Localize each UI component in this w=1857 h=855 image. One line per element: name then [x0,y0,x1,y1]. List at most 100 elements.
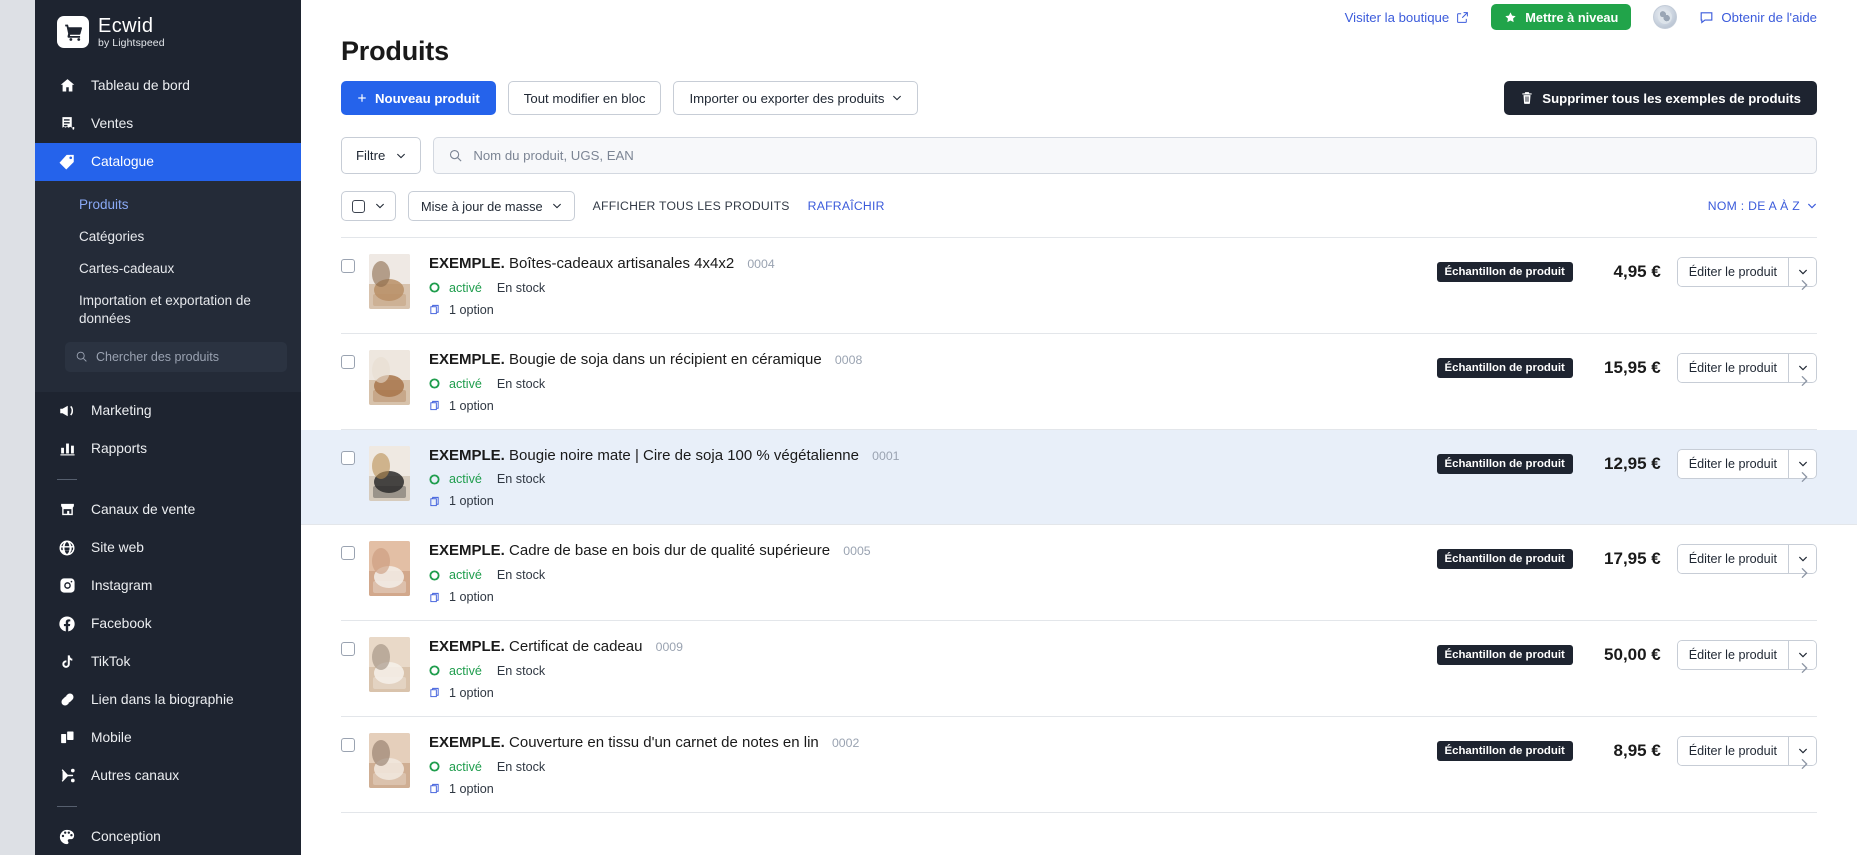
row-checkbox[interactable] [341,354,355,369]
row-expand-arrow[interactable] [1791,566,1817,579]
edit-product-button[interactable]: Éditer le produit [1677,258,1788,286]
checkbox-icon [352,199,365,213]
sidebar-product-search[interactable]: Chercher des produits [65,341,287,372]
visit-store-link[interactable]: Visiter la boutique [1345,10,1470,25]
sidebar-item-mobile[interactable]: Mobile [35,719,301,757]
bulk-edit-button[interactable]: Tout modifier en bloc [507,81,662,115]
import-export-button[interactable]: Importer ou exporter des produits [673,81,919,115]
select-all-dropdown[interactable] [341,191,396,221]
sidebar-item-categories[interactable]: Catégories [35,221,301,253]
row-checkbox[interactable] [341,450,355,465]
product-title[interactable]: EXEMPLE. Cadre de base en bois dur de qu… [429,542,1437,561]
sidebar-item-label: Autres canaux [91,768,180,784]
sidebar-item-label: Ventes [91,116,134,131]
table-row[interactable]: EXEMPLE. Couverture en tissu d'un carnet… [341,717,1817,813]
get-help-link[interactable]: Obtenir de l'aide [1699,10,1817,25]
page-container: Produits Nouveau produit Tout modifier e… [301,36,1857,813]
row-checkbox[interactable] [341,642,355,656]
sidebar-item-site-web[interactable]: Site web [35,529,301,567]
refresh-link[interactable]: RAFRAÎCHIR [808,199,885,213]
sidebar-item-produits[interactable]: Produits [35,189,301,221]
edit-product-button[interactable]: Éditer le produit [1677,641,1788,669]
row-checkbox-cell [341,254,369,273]
product-info: EXEMPLE. Couverture en tissu d'un carnet… [429,733,1437,796]
sidebar-item-lien-biographie[interactable]: Lien dans la biographie [35,681,301,719]
row-checkbox[interactable] [341,737,355,752]
sidebar-item-canaux-de-vente[interactable]: Canaux de vente [35,491,301,529]
edit-product-button[interactable]: Éditer le produit [1677,449,1788,478]
avatar[interactable] [1653,5,1678,29]
table-row[interactable]: EXEMPLE. Certificat de cadeau 0009 activ… [341,621,1817,717]
sidebar-item-label: Canaux de vente [91,502,196,518]
get-help-label: Obtenir de l'aide [1721,9,1817,25]
product-options-row: 1 option [429,303,1437,317]
left-gutter [0,0,35,855]
row-expand-arrow[interactable] [1791,758,1817,771]
brand-logo[interactable]: Ecwid by Lightspeed [35,0,301,67]
row-checkbox-cell [341,350,369,369]
product-status-row: activé En stock [429,281,1437,295]
product-options: 1 option [449,494,494,509]
sidebar-item-facebook[interactable]: Facebook [35,605,301,643]
chevron-down-icon [1798,269,1807,275]
row-expand-arrow[interactable] [1791,662,1817,675]
sidebar-item-tiktok[interactable]: TikTok [35,643,301,681]
product-title[interactable]: EXEMPLE. Bougie noire mate | Cire de soj… [429,447,1437,466]
facebook-icon [57,615,77,633]
sidebar: Ecwid by Lightspeed Tableau de bord Vent… [35,0,301,855]
row-expand-arrow[interactable] [1791,375,1817,388]
search-input[interactable]: Nom du produit, UGS, EAN [433,137,1817,174]
sidebar-item-catalogue[interactable]: Catalogue [35,142,301,181]
sidebar-item-sales[interactable]: Ventes [35,105,301,143]
product-thumbnail [369,445,410,501]
product-options-row: 1 option [429,590,1437,604]
search-icon [76,351,87,362]
product-title[interactable]: EXEMPLE. Bougie de soja dans un récipien… [429,351,1437,370]
product-options-row: 1 option [429,782,1437,796]
sidebar-item-conception[interactable]: Conception [35,818,301,855]
product-title[interactable]: EXEMPLE. Certificat de cadeau 0009 [429,638,1437,657]
sidebar-item-import-export[interactable]: Importation et exportation de données [35,285,301,335]
options-icon [430,783,439,794]
product-stock: En stock [496,472,546,487]
mass-update-dropdown[interactable]: Mise à jour de masse [408,191,575,221]
sidebar-item-autres-canaux[interactable]: Autres canaux [35,757,301,795]
table-row[interactable]: EXEMPLE. Boîtes-cadeaux artisanales 4x4x… [341,238,1817,334]
filter-dropdown[interactable]: Filtre [341,137,422,174]
product-options: 1 option [449,302,494,317]
sidebar-item-dashboard[interactable]: Tableau de bord [35,67,301,105]
sidebar-item-cartes-cadeaux[interactable]: Cartes-cadeaux [35,253,301,285]
product-thumbnail [369,254,410,309]
upgrade-button[interactable]: Mettre à niveau [1491,4,1632,30]
edit-product-button[interactable]: Éditer le produit [1677,545,1788,574]
product-stock: En stock [496,280,546,295]
sort-dropdown[interactable]: NOM : DE A À Z [1708,199,1817,213]
sidebar-search-placeholder: Chercher des produits [96,349,219,364]
sidebar-item-marketing[interactable]: Marketing [35,392,301,430]
product-title[interactable]: EXEMPLE. Couverture en tissu d'un carnet… [429,734,1437,753]
new-product-button[interactable]: Nouveau produit [341,81,496,115]
chevron-down-icon [893,95,902,101]
share-icon [57,767,77,784]
product-prefix: EXEMPLE. [429,350,505,368]
edit-product-button[interactable]: Éditer le produit [1677,353,1788,382]
delete-samples-button[interactable]: Supprimer tous les exemples de produits [1504,81,1817,115]
chevron-down-icon [552,203,561,209]
chevron-right-icon [1801,471,1808,482]
row-expand-arrow[interactable] [1791,470,1817,483]
row-checkbox[interactable] [341,259,355,273]
table-row[interactable]: EXEMPLE. Cadre de base en bois dur de qu… [341,525,1817,621]
sidebar-item-instagram[interactable]: Instagram [35,567,301,605]
edit-product-button[interactable]: Éditer le produit [1677,736,1788,765]
table-row[interactable]: EXEMPLE. Bougie de soja dans un récipien… [341,334,1817,430]
product-actions: Échantillon de produit 4,95 € Éditer le … [1436,254,1817,287]
product-name: Couverture en tissu d'un carnet de notes… [509,733,819,751]
product-title[interactable]: EXEMPLE. Boîtes-cadeaux artisanales 4x4x… [429,255,1437,274]
table-row[interactable]: EXEMPLE. Bougie noire mate | Cire de soj… [301,429,1857,526]
sidebar-item-rapports[interactable]: Rapports [35,430,301,468]
product-sku: 0001 [872,448,900,463]
row-checkbox[interactable] [341,546,355,561]
product-sku: 0008 [834,352,863,367]
row-expand-arrow[interactable] [1791,279,1817,292]
product-prefix: EXEMPLE. [429,446,505,464]
